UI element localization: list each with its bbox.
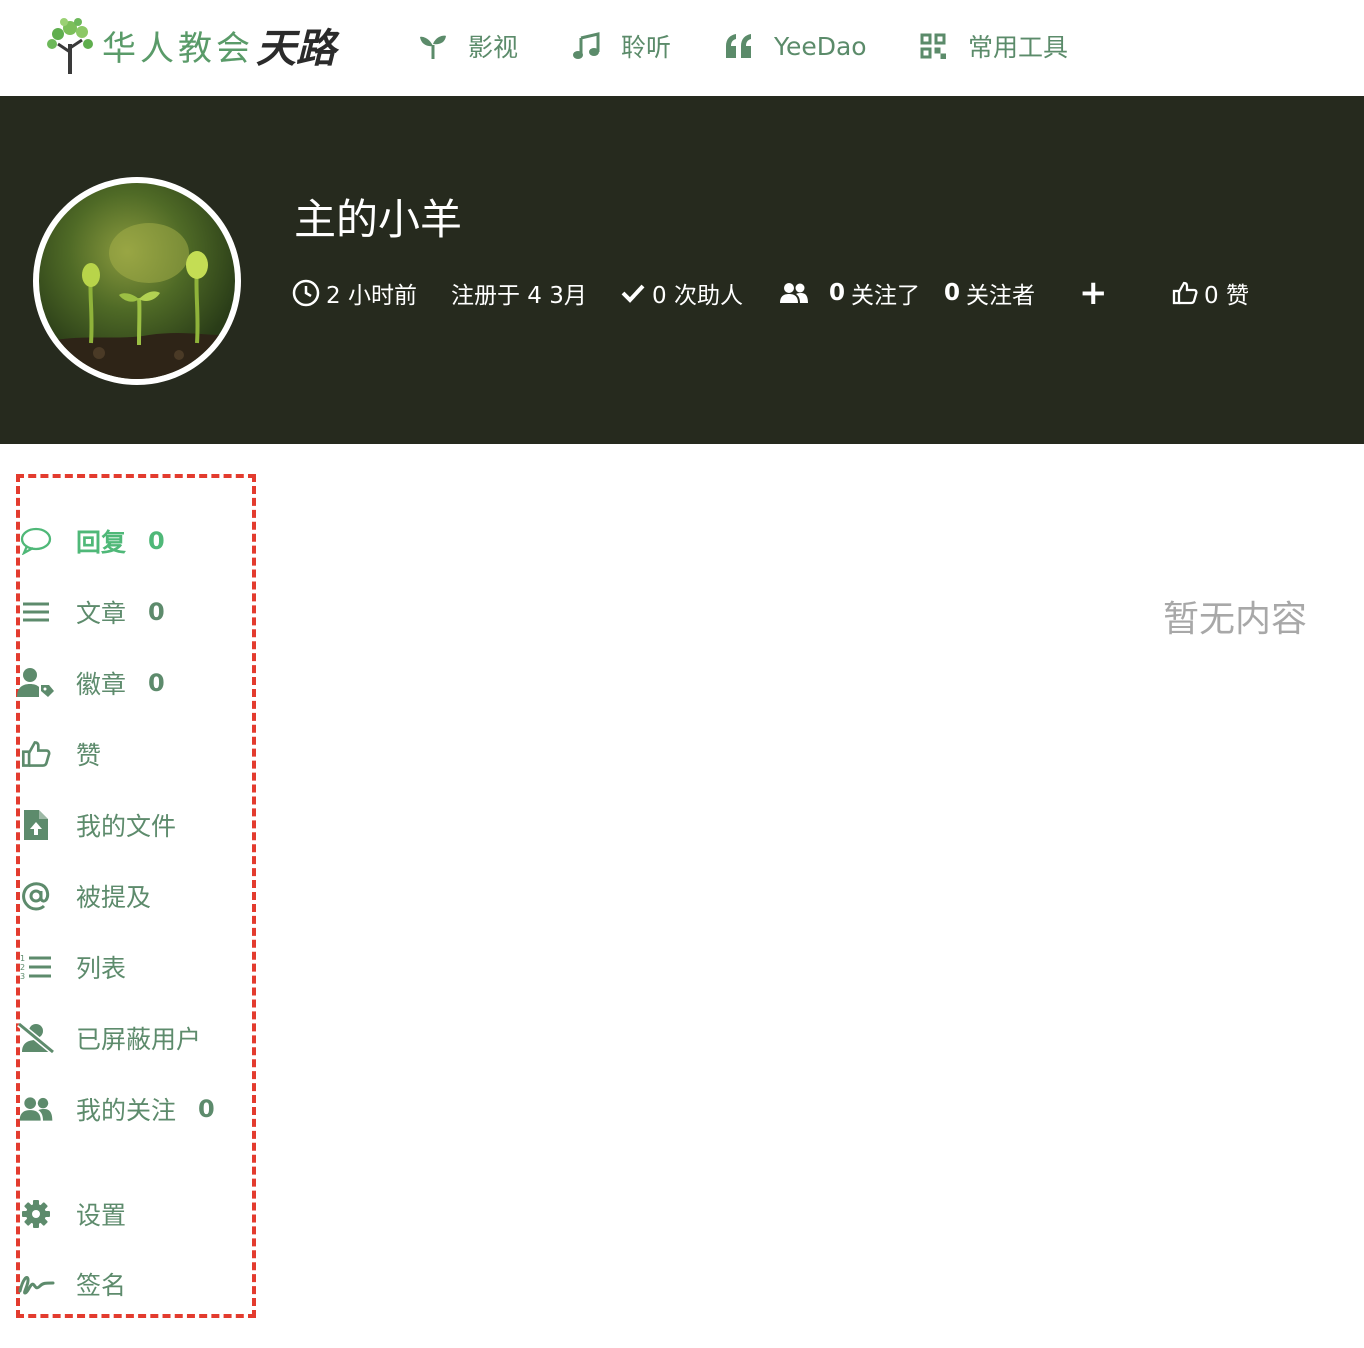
qrcode-icon (918, 31, 948, 61)
sidebar-item-count: 0 (148, 527, 165, 555)
followers-label: 关注者 (966, 283, 1036, 309)
seedling-photo (39, 223, 235, 379)
sidebar-item-count: 0 (148, 669, 165, 697)
sidebar-item-label: 设置 (76, 1201, 127, 1230)
logo-text: 华人教会 (102, 28, 254, 69)
music-note-icon (571, 31, 601, 61)
followers-stat[interactable]: 0 关注者 (944, 274, 1035, 312)
sidebar-item-replies[interactable]: 回复 0 (16, 521, 165, 561)
sidebar-item-likes[interactable]: 赞 (16, 734, 101, 774)
sidebar-item-signature[interactable]: 签名 (16, 1264, 126, 1304)
ordered-list-icon: 123 (16, 947, 56, 987)
registered-date: 注册于 4 3月 (451, 274, 587, 312)
sidebar-item-my-files[interactable]: 我的文件 (16, 805, 176, 845)
user-slash-icon (16, 1018, 56, 1058)
clock-icon (292, 279, 320, 307)
sidebar-item-label: 被提及 (76, 883, 152, 912)
quote-icon (724, 31, 754, 61)
check-icon (620, 282, 646, 304)
sidebar-item-label: 赞 (76, 741, 102, 770)
following-count: 0 (829, 280, 846, 306)
sidebar-item-label: 已屏蔽用户 (76, 1025, 202, 1054)
avatar[interactable] (33, 177, 241, 385)
registered-text: 注册于 4 3月 (451, 283, 587, 309)
list-icon (16, 592, 56, 632)
sidebar-item-count: 0 (198, 1095, 215, 1123)
sidebar-item-badges[interactable]: 徽章 0 (16, 663, 165, 703)
nav-item-yeedao[interactable]: YeeDao (724, 24, 867, 68)
nav-label: 影视 (468, 33, 519, 62)
sidebar-item-label: 徽章 (76, 670, 127, 699)
following-label: 关注了 (851, 283, 921, 309)
gear-icon (16, 1194, 56, 1234)
nav-label: 常用工具 (968, 33, 1069, 62)
svg-text:3: 3 (20, 972, 25, 981)
last-seen: 2 小时前 (292, 274, 417, 312)
helped-text: 0 次助人 (652, 283, 743, 309)
tree-logo-icon (47, 18, 93, 74)
sidebar-item-label: 列表 (76, 954, 127, 983)
sidebar-item-blocked-users[interactable]: 已屏蔽用户 (16, 1018, 201, 1058)
sidebar-item-lists[interactable]: 123 列表 (16, 947, 126, 987)
sidebar-item-count: 0 (148, 598, 165, 626)
logo-text-bold: 天路 (256, 25, 336, 72)
following-stat[interactable]: 0 关注了 (779, 274, 920, 312)
signature-icon (16, 1264, 56, 1304)
sidebar-item-label: 文章 (76, 599, 127, 628)
follow-button[interactable]: + (1079, 273, 1108, 313)
profile-username: 主的小羊 (294, 195, 463, 244)
sidebar-item-label: 我的关注 (76, 1096, 177, 1125)
sprout-icon (418, 31, 448, 61)
comment-icon (16, 521, 56, 561)
sidebar-item-label: 签名 (76, 1271, 127, 1300)
thumbs-up-icon (1172, 280, 1198, 306)
top-navbar: 华人教会 天路 影视 聆听 YeeDao 常用工具 (0, 0, 1364, 96)
helped-count: 0 次助人 (620, 274, 743, 312)
sidebar-item-label: 我的文件 (76, 812, 177, 841)
thumbs-up-icon (16, 734, 56, 774)
nav-item-tools[interactable]: 常用工具 (918, 24, 1068, 68)
user-tag-icon (16, 663, 56, 703)
nav-label: YeeDao (774, 31, 867, 61)
users-icon (779, 281, 809, 305)
nav-item-video[interactable]: 影视 (418, 24, 518, 68)
nav-label: 聆听 (621, 33, 672, 62)
users-icon (16, 1089, 56, 1129)
likes-text: 0 赞 (1204, 283, 1249, 309)
at-icon (16, 876, 56, 916)
sidebar-item-topics[interactable]: 文章 0 (16, 592, 165, 632)
followers-count: 0 (944, 280, 961, 306)
site-logo[interactable]: 华人教会 天路 (40, 14, 336, 76)
sidebar-item-label: 回复 (76, 528, 127, 557)
sidebar-item-my-following[interactable]: 我的关注 0 (16, 1089, 215, 1129)
file-upload-icon (16, 805, 56, 845)
sidebar-item-mentions[interactable]: 被提及 (16, 876, 151, 916)
svg-text:2: 2 (20, 963, 25, 972)
nav-item-listen[interactable]: 聆听 (571, 24, 671, 68)
empty-content-message: 暂无内容 (1163, 599, 1308, 640)
svg-text:1: 1 (20, 954, 25, 963)
last-seen-text: 2 小时前 (326, 283, 417, 309)
sidebar-item-settings[interactable]: 设置 (16, 1194, 126, 1234)
likes-stat: 0 赞 (1172, 274, 1249, 312)
